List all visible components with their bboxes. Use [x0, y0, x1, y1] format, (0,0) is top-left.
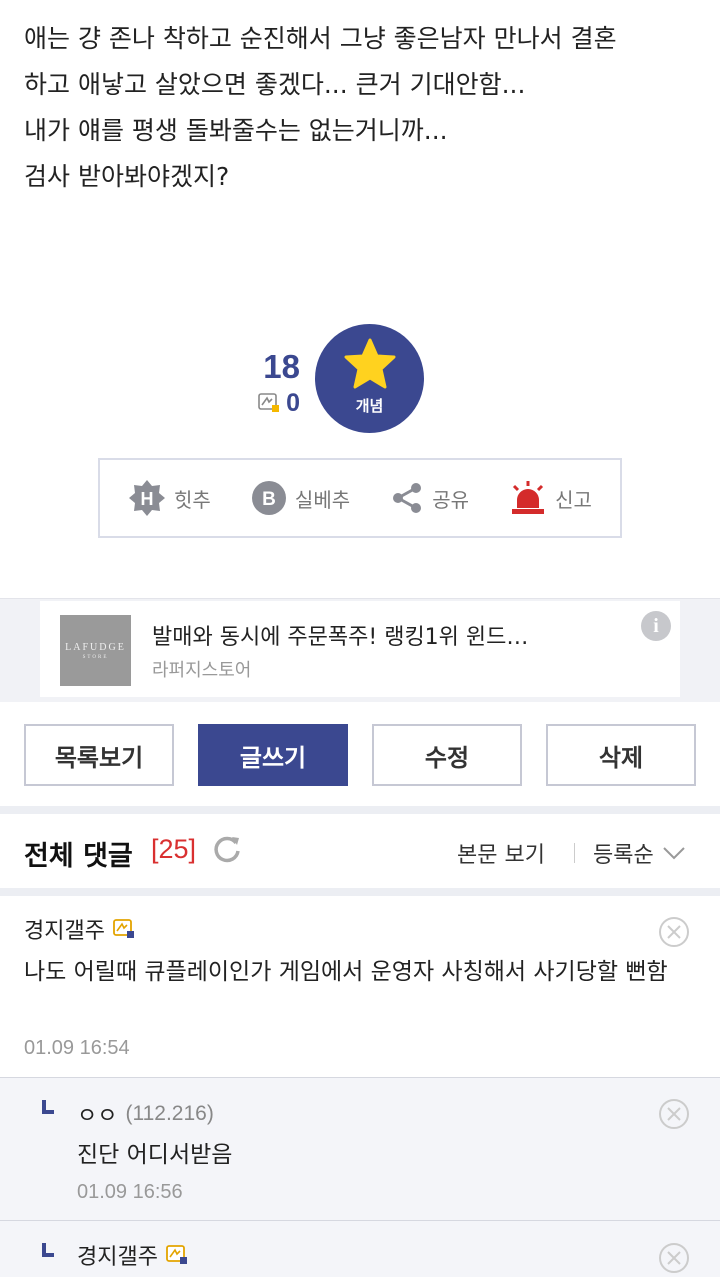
reply-arrow-icon [42, 1243, 54, 1257]
sort-label: 등록순 [593, 843, 654, 868]
view-body-link[interactable]: 본문 보기 [457, 837, 545, 869]
comment-author[interactable]: 경지갤주 [24, 913, 135, 945]
best-icon: B [251, 481, 286, 515]
ad-logo-text: LAFUDGE [65, 641, 126, 653]
comment-date: 01.09 16:56 [77, 1181, 183, 1203]
ad-card[interactable]: LAFUDGE STORE 발매와 동시에 주문폭주! 랭킹1위 윈드… 라퍼지… [40, 601, 680, 697]
comment-author[interactable]: 경지갤주 [77, 1239, 188, 1271]
ad-logo-subtext: STORE [82, 654, 109, 660]
hit-icon: H [129, 480, 166, 516]
svg-text:H: H [141, 489, 154, 509]
comments-title: 전체 댓글 [24, 841, 133, 872]
comment-author[interactable]: ㅇㅇ (112.216) [77, 1098, 214, 1130]
comments-header: 전체 댓글 [25] 본문 보기 등록순 [0, 816, 720, 888]
gonic-icon [258, 393, 280, 413]
post-content: 애는 걍 존나 착하고 순진해서 그냥 좋은남자 만나서 결혼 하고 애낳고 살… [24, 16, 704, 200]
reply-item: ㅇㅇ (112.216) 진단 어디서받음 01.09 16:56 [0, 1077, 720, 1220]
share-label: 공유 [432, 487, 470, 512]
comment-text: 진단 어디서받음 [77, 1142, 233, 1168]
info-icon[interactable]: i [641, 611, 671, 641]
comment-ip: (112.216) [125, 1102, 214, 1125]
sort-dropdown[interactable]: 등록순 [593, 837, 686, 869]
close-icon[interactable] [658, 916, 690, 948]
ad-logo: LAFUDGE STORE [60, 615, 131, 686]
comments-count: [25] [151, 834, 197, 864]
best-recommend-button[interactable]: B 실베추 [251, 480, 350, 516]
star-icon [344, 338, 395, 389]
svg-text:B: B [262, 489, 276, 510]
gonic-icon [113, 919, 134, 938]
reply-arrow-icon [42, 1100, 54, 1114]
ad-advertiser: 라퍼지스토어 [152, 660, 252, 681]
comment-author-name: 경지갤주 [77, 1245, 158, 1270]
write-button[interactable]: 글쓰기 [198, 724, 348, 786]
post-action-bar: H 힛추 B 실베추 공유 신고 [98, 458, 622, 538]
post-button-row: 목록보기 글쓰기 수정 삭제 [0, 724, 720, 786]
share-button[interactable]: 공유 [390, 481, 469, 515]
share-icon [393, 483, 422, 513]
refresh-icon[interactable] [212, 834, 242, 864]
delete-button[interactable]: 삭제 [546, 724, 696, 786]
post-line: 하고 애낳고 살았으면 좋겠다... 큰거 기대안함... [24, 70, 526, 99]
comment-date: 01.09 16:54 [24, 1037, 130, 1059]
fixed-recommend: 0 [250, 388, 300, 418]
recommend-count: 18 [263, 348, 300, 385]
comment-author-name: 경지갤주 [24, 919, 105, 944]
hit-recommend-label: 힛추 [174, 487, 211, 512]
close-icon[interactable] [658, 1098, 690, 1130]
ad-title[interactable]: 발매와 동시에 주문폭주! 랭킹1위 윈드… [152, 619, 622, 651]
hit-recommend-button[interactable]: H 힛추 [128, 479, 211, 517]
chevron-down-icon [663, 847, 685, 860]
comment-author-name: ㅇㅇ [77, 1104, 118, 1129]
recommend-section: 18 0 개념 [0, 322, 720, 434]
edit-button[interactable]: 수정 [372, 724, 522, 786]
close-icon[interactable] [658, 1242, 690, 1274]
gonic-icon [166, 1245, 187, 1264]
report-button[interactable]: 신고 [509, 480, 592, 516]
header-separator [574, 843, 575, 863]
section-divider [0, 888, 720, 896]
recommend-button-label: 개념 [355, 397, 384, 415]
post-line: 검사 받아봐야겠지? [24, 162, 230, 191]
post-line: 애는 걍 존나 착하고 순진해서 그냥 좋은남자 만나서 결혼 [24, 24, 617, 53]
report-label: 신고 [555, 487, 592, 512]
post-line: 내가 얘를 평생 돌봐줄수는 없는거니까... [24, 116, 448, 145]
comment-item: 경지갤주 나도 어릴때 큐플레이인가 게임에서 운영자 사칭해서 사기당할 뻔함… [0, 896, 720, 1077]
ad-banner: LAFUDGE STORE 발매와 동시에 주문폭주! 랭킹1위 윈드… 라퍼지… [0, 598, 720, 702]
list-button[interactable]: 목록보기 [24, 724, 174, 786]
section-divider [0, 806, 720, 814]
siren-icon [512, 481, 545, 514]
fixed-count: 0 [286, 388, 300, 417]
reply-item: 경지갤주 [0, 1220, 720, 1277]
recommend-button[interactable]: 개념 [315, 324, 424, 433]
comment-text: 나도 어릴때 큐플레이인가 게임에서 운영자 사칭해서 사기당할 뻔함 [24, 959, 668, 985]
best-recommend-label: 실베추 [294, 487, 351, 512]
